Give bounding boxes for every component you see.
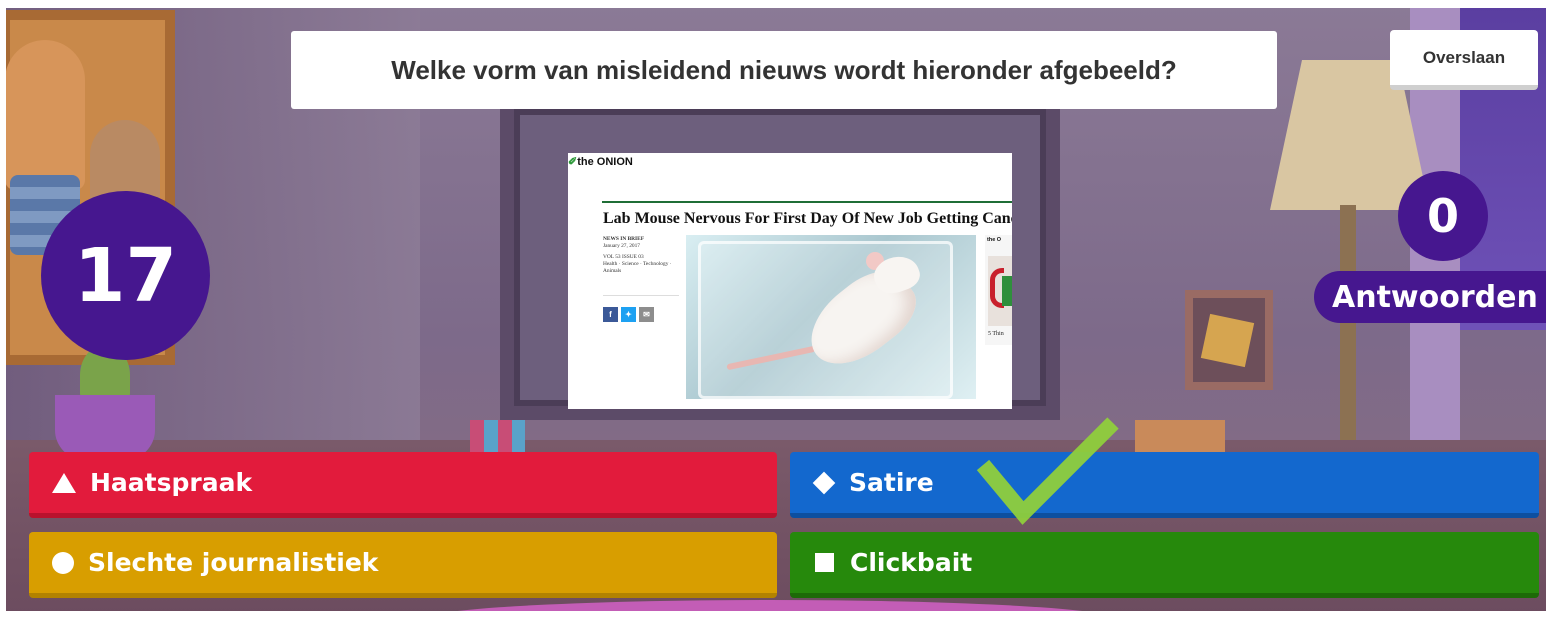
countdown-timer: 17 xyxy=(41,191,210,360)
email-icon: ✉ xyxy=(639,307,654,322)
article-divider xyxy=(602,201,1012,203)
article-tags: Health · Science · Technology · Animals xyxy=(603,261,672,274)
background-lamp-stand xyxy=(1340,205,1356,465)
skip-button[interactable]: Overslaan xyxy=(1390,30,1538,90)
answer-button-satire[interactable]: Satire xyxy=(790,452,1539,518)
background-tiger-illustration xyxy=(5,40,85,190)
share-buttons: f ✦ ✉ xyxy=(603,307,654,322)
sidebar-thumbnail-accent xyxy=(1002,276,1012,306)
lab-mouse-photo xyxy=(686,235,976,399)
question-title: Welke vorm van misleidend nieuws wordt h… xyxy=(291,31,1277,109)
square-icon xyxy=(815,553,834,572)
meta-divider xyxy=(603,295,679,296)
background-plant-pot xyxy=(55,395,155,460)
answer-count: 0 xyxy=(1398,171,1488,261)
diamond-icon xyxy=(812,471,836,494)
twitter-icon: ✦ xyxy=(621,307,636,322)
article-date: January 27, 2017 xyxy=(603,243,640,249)
background-pentagon-art xyxy=(1200,313,1255,368)
article-volume: VOL 53 ISSUE 03 xyxy=(603,254,644,260)
leaf-icon: ✐ xyxy=(568,156,578,168)
sidebar-logo: the O xyxy=(987,237,1002,243)
answer-label: Satire xyxy=(849,468,934,497)
left-border xyxy=(0,0,6,617)
article-sidebar: the O 5 Thin xyxy=(985,235,1012,345)
question-image: ✐the ONION Lab Mouse Nervous For First D… xyxy=(568,153,1012,409)
onion-logo-text: the ONION xyxy=(577,156,633,168)
answer-label: Slechte journalistiek xyxy=(88,548,379,577)
sidebar-thumbnail xyxy=(988,256,1012,326)
facebook-icon: f xyxy=(603,307,618,322)
sidebar-caption: 5 Thin xyxy=(988,331,1004,337)
correct-checkmark-icon xyxy=(976,417,1119,525)
answer-button-slechte-journalistiek[interactable]: Slechte journalistiek xyxy=(29,532,777,598)
top-border xyxy=(0,0,1546,8)
circle-icon xyxy=(52,551,74,574)
triangle-icon xyxy=(52,472,76,493)
bottom-border xyxy=(0,611,1546,617)
game-screen: Welke vorm van misleidend nieuws wordt h… xyxy=(0,0,1546,617)
answer-count-label: Antwoorden xyxy=(1314,271,1546,323)
answer-button-haatspraak[interactable]: Haatspraak xyxy=(29,452,777,518)
answer-label: Haatspraak xyxy=(90,468,253,497)
onion-logo: ✐the ONION xyxy=(568,155,633,168)
article-headline: Lab Mouse Nervous For First Day Of New J… xyxy=(603,210,1012,227)
answer-label: Clickbait xyxy=(850,548,973,577)
article-section: NEWS IN BRIEF xyxy=(603,236,645,242)
article-meta: NEWS IN BRIEF January 27, 2017 VOL 53 IS… xyxy=(603,236,683,275)
answer-button-clickbait[interactable]: Clickbait xyxy=(790,532,1539,598)
